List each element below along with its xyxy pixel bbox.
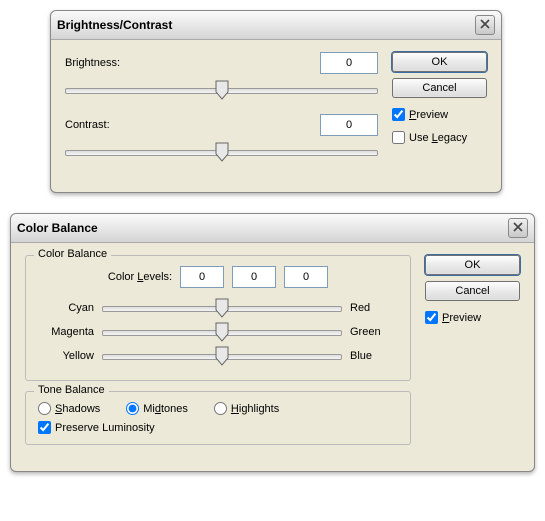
dialog-title: Brightness/Contrast [57,18,172,32]
level-yellow-blue-input[interactable] [284,266,328,288]
shadows-radio-row[interactable]: Shadows [38,402,100,415]
midtones-radio-row[interactable]: Midtones [126,402,188,415]
titlebar[interactable]: Brightness/Contrast [51,11,501,40]
close-button[interactable] [475,15,495,35]
midtones-label: Midtones [143,403,188,415]
yellow-blue-slider[interactable] [102,346,342,366]
brightness-label: Brightness: [65,57,320,69]
blue-label: Blue [350,350,398,362]
group-label: Tone Balance [34,384,109,396]
preview-label: Preview [442,312,481,324]
preserve-luminosity-row[interactable]: Preserve Luminosity [38,421,398,434]
color-balance-group: Color Balance Color Levels: Cyan R [25,255,411,381]
slider-thumb[interactable] [215,322,229,342]
cancel-button[interactable]: Cancel [392,78,487,98]
green-label: Green [350,326,398,338]
dialog-title: Color Balance [17,221,98,235]
slider-thumb[interactable] [215,346,229,366]
cancel-button[interactable]: Cancel [425,281,520,301]
highlights-radio[interactable] [214,402,227,415]
legacy-checkbox[interactable] [392,131,405,144]
close-icon [513,221,523,235]
preserve-luminosity-checkbox[interactable] [38,421,51,434]
cyan-label: Cyan [38,302,94,314]
titlebar[interactable]: Color Balance [11,214,534,243]
brightness-input[interactable] [320,52,378,74]
preview-checkbox-row[interactable]: Preview [392,108,487,121]
brightness-slider[interactable] [65,80,378,100]
slider-thumb[interactable] [215,142,229,162]
shadows-label: Shadows [55,403,100,415]
brightness-contrast-dialog: Brightness/Contrast Brightness: Contrast… [50,10,502,193]
preview-checkbox[interactable] [392,108,405,121]
cyan-red-slider[interactable] [102,298,342,318]
preserve-luminosity-label: Preserve Luminosity [55,422,155,434]
legacy-label: Use Legacy [409,132,467,144]
red-label: Red [350,302,398,314]
slider-thumb[interactable] [215,80,229,100]
level-cyan-red-input[interactable] [180,266,224,288]
contrast-input[interactable] [320,114,378,136]
highlights-label: Highlights [231,403,279,415]
preview-checkbox-row[interactable]: Preview [425,311,520,324]
magenta-label: Magenta [38,326,94,338]
color-levels-label: Color Levels: [108,271,172,283]
color-balance-dialog: Color Balance Color Balance Color Levels… [10,213,535,472]
ok-button[interactable]: OK [425,255,520,275]
preview-checkbox[interactable] [425,311,438,324]
contrast-slider[interactable] [65,142,378,162]
contrast-label: Contrast: [65,119,320,131]
close-icon [480,18,490,32]
midtones-radio[interactable] [126,402,139,415]
magenta-green-slider[interactable] [102,322,342,342]
group-label: Color Balance [34,248,111,260]
ok-button[interactable]: OK [392,52,487,72]
yellow-label: Yellow [38,350,94,362]
legacy-checkbox-row[interactable]: Use Legacy [392,131,487,144]
close-button[interactable] [508,218,528,238]
level-magenta-green-input[interactable] [232,266,276,288]
highlights-radio-row[interactable]: Highlights [214,402,279,415]
slider-thumb[interactable] [215,298,229,318]
shadows-radio[interactable] [38,402,51,415]
tone-balance-group: Tone Balance Shadows Midtones Highlights [25,391,411,445]
preview-label: Preview [409,109,448,121]
